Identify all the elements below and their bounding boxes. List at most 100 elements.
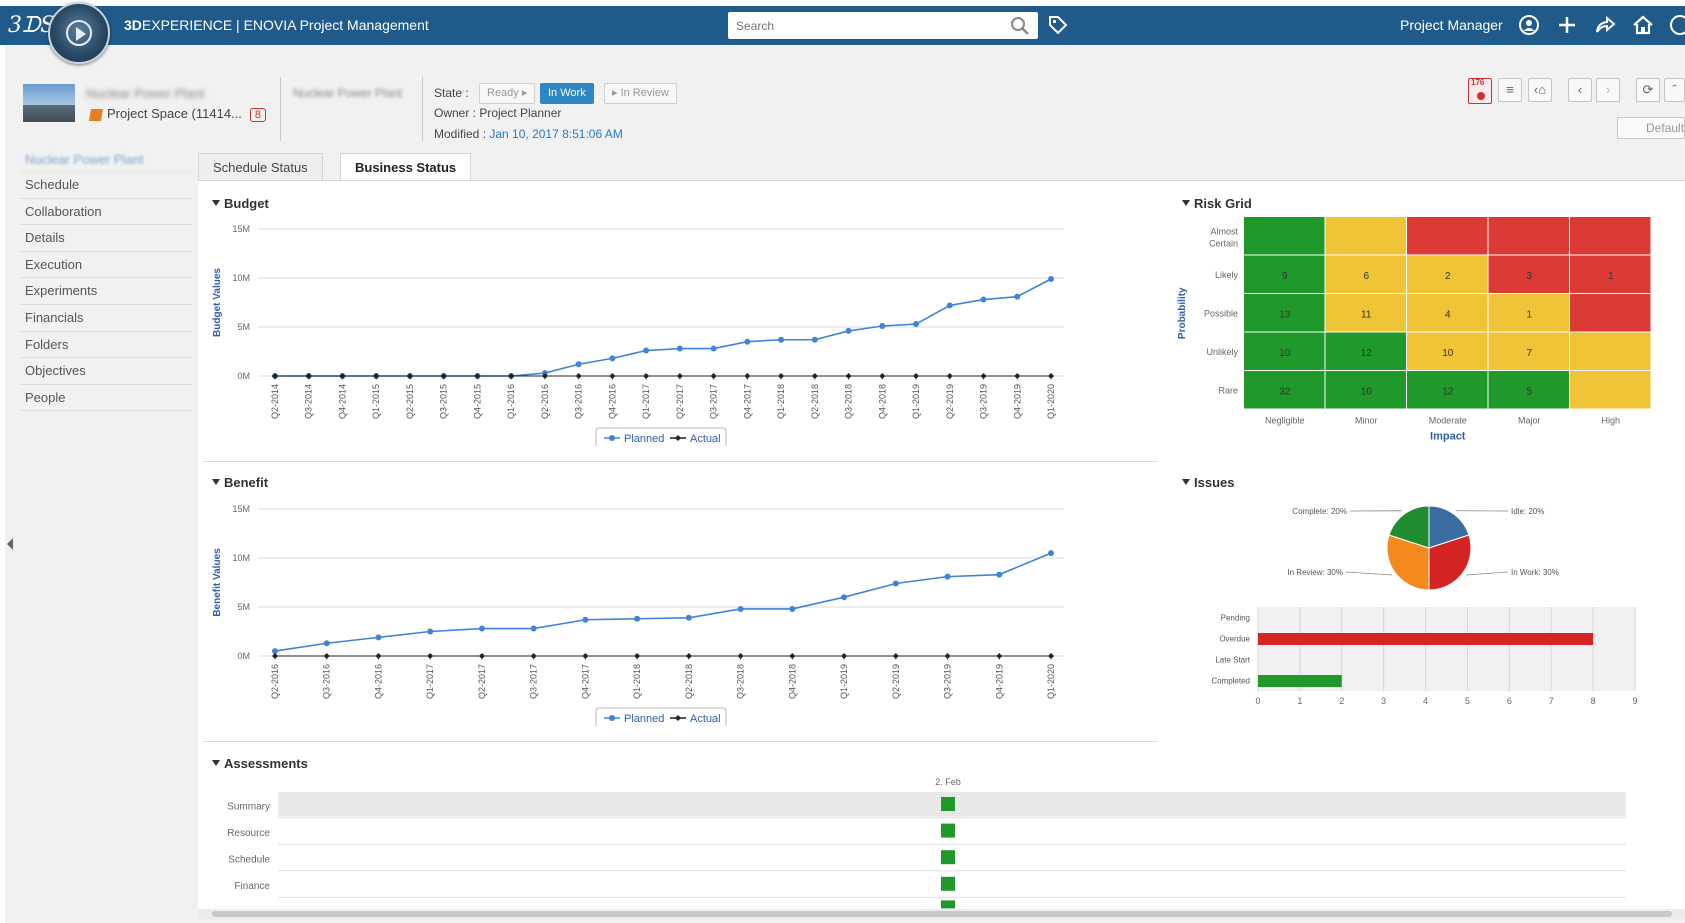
bar-category-label: Late Start	[1215, 656, 1250, 665]
x-tick-label: Q4-2014	[337, 384, 347, 419]
y-tick-label: 15M	[232, 224, 250, 234]
actual-point	[845, 373, 852, 379]
issues-section-title[interactable]: Issues	[1182, 475, 1234, 490]
project-name: Nuclear Power Plant	[86, 86, 205, 101]
app-window: 3ᗪS 3DEXPERIENCE | ENOVIA Project Manage…	[0, 0, 1685, 923]
legend-marker	[609, 715, 615, 721]
collapse-sidebar-icon[interactable]	[7, 538, 13, 550]
tab-schedule-status[interactable]: Schedule Status	[198, 153, 323, 181]
actual-point	[1048, 373, 1054, 379]
x-tick-label: Q2-2015	[405, 384, 415, 419]
x-tick-label: Q1-2019	[911, 384, 921, 419]
sidebar-item-details[interactable]: Details	[20, 225, 192, 252]
sidebar-item-execution[interactable]: Execution	[20, 252, 192, 279]
tab-business-status[interactable]: Business Status	[340, 153, 472, 181]
benefit-section-title[interactable]: Benefit	[212, 475, 268, 490]
actual-point	[737, 653, 744, 659]
state-ready-button[interactable]: Ready ▸	[479, 83, 536, 104]
date-label: 2. Feb	[935, 777, 961, 787]
user-icon[interactable]	[1517, 13, 1541, 37]
collapse-icon[interactable]: ˆ	[1664, 78, 1685, 102]
x-tick-label: 9	[1632, 696, 1637, 706]
sidebar-item-financials[interactable]: Financials	[20, 305, 192, 332]
project-space[interactable]: Project Space (11414... 8	[88, 106, 267, 122]
x-tick-label: Q2-2019	[891, 664, 901, 699]
planned-point	[530, 625, 537, 632]
x-tick-label: Q3-2017	[709, 384, 719, 419]
list-view-icon[interactable]: ≡	[1498, 78, 1522, 102]
x-tick-label: Q1-2017	[641, 384, 651, 419]
refresh-icon[interactable]: ⟳	[1636, 78, 1660, 102]
ds-logo-icon[interactable]: 3ᗪS	[8, 14, 55, 38]
scrollbar-thumb[interactable]	[212, 911, 1672, 917]
impact-label: High	[1601, 416, 1620, 426]
share-icon[interactable]	[1593, 13, 1617, 37]
sidebar-item-people[interactable]: People	[20, 385, 192, 412]
planned-point	[427, 628, 434, 635]
planned-point	[323, 640, 330, 647]
home-icon[interactable]	[1631, 13, 1655, 37]
x-axis-label: Impact	[1430, 431, 1466, 443]
assessment-marker	[941, 876, 955, 891]
actual-point	[609, 373, 616, 379]
attachment-badge[interactable]: 8	[249, 108, 267, 122]
assessment-row-label: Summary	[227, 801, 270, 812]
pie-label: Complete: 20%	[1292, 507, 1347, 516]
planned-line	[274, 552, 1052, 652]
risk-cell-value: 13	[1279, 309, 1291, 320]
planned-point	[892, 580, 899, 587]
planned-point	[744, 338, 751, 345]
probability-label: Possible	[1204, 308, 1238, 318]
assessments-section-title[interactable]: Assessments	[212, 756, 308, 771]
forward-icon[interactable]: ›	[1596, 78, 1620, 102]
x-tick-label: Q1-2018	[632, 664, 642, 699]
back-icon[interactable]: ‹	[1568, 78, 1592, 102]
risk-cell-value: 10	[1279, 348, 1291, 359]
x-tick-label: Q4-2016	[607, 384, 617, 419]
help-icon[interactable]	[1668, 13, 1685, 37]
y-tick-label: 0M	[237, 651, 250, 661]
sidebar-item-objectives[interactable]: Objectives	[20, 358, 192, 385]
role-label[interactable]: Project Manager	[1400, 6, 1503, 45]
x-tick-label: Q2-2017	[477, 664, 487, 699]
sidebar-item-schedule[interactable]: Schedule	[20, 172, 192, 199]
home-nav-icon[interactable]: ‹⌂	[1528, 78, 1552, 102]
x-tick-label: Q2-2019	[945, 384, 955, 419]
x-tick-label: 4	[1423, 696, 1428, 706]
tag-icon[interactable]	[1047, 14, 1069, 36]
risk-cell-value: 1	[1526, 309, 1532, 320]
legend-marker	[609, 435, 615, 441]
x-tick-label: Q1-2018	[776, 384, 786, 419]
compass-icon[interactable]	[48, 2, 110, 64]
sidebar-item-experiments[interactable]: Experiments	[20, 278, 192, 305]
top-bar: 3ᗪS 3DEXPERIENCE | ENOVIA Project Manage…	[0, 6, 1685, 45]
planned-point	[575, 361, 582, 368]
plus-icon[interactable]	[1555, 13, 1579, 37]
sidebar-item-folders[interactable]: Folders	[20, 332, 192, 359]
project-thumbnail[interactable]	[23, 84, 75, 122]
risk-cell-value: 5	[1526, 386, 1532, 397]
modified-date[interactable]: Jan 10, 2017 8:51:06 AM	[489, 127, 622, 141]
state-inwork-button[interactable]: In Work	[540, 83, 594, 104]
actual-point	[811, 373, 818, 379]
notification-icon[interactable]: 176	[1468, 78, 1492, 104]
planned-point	[1048, 550, 1054, 557]
planned-point	[710, 345, 717, 352]
search-input[interactable]	[728, 12, 998, 39]
sidebar-title[interactable]: Nuclear Power Plant	[20, 148, 192, 172]
x-tick-label: Q2-2014	[270, 384, 280, 419]
bar-category-label: Overdue	[1219, 635, 1250, 644]
state-inreview-button[interactable]: ▸ In Review	[604, 83, 677, 104]
risk-grid-section-title[interactable]: Risk Grid	[1182, 196, 1252, 211]
search-icon[interactable]	[1010, 16, 1030, 36]
x-tick-label: Q1-2019	[839, 664, 849, 699]
default-view-button[interactable]: Default	[1617, 117, 1685, 139]
horizontal-scrollbar[interactable]	[198, 909, 1685, 919]
x-tick-label: Q2-2018	[810, 384, 820, 419]
x-tick-label: Q2-2018	[684, 664, 694, 699]
sidebar-item-collaboration[interactable]: Collaboration	[20, 199, 192, 226]
budget-section-title[interactable]: Budget	[212, 196, 269, 211]
legend-label: Planned	[624, 433, 664, 445]
x-tick-label: 6	[1507, 696, 1512, 706]
x-tick-label: Q1-2015	[371, 384, 381, 419]
